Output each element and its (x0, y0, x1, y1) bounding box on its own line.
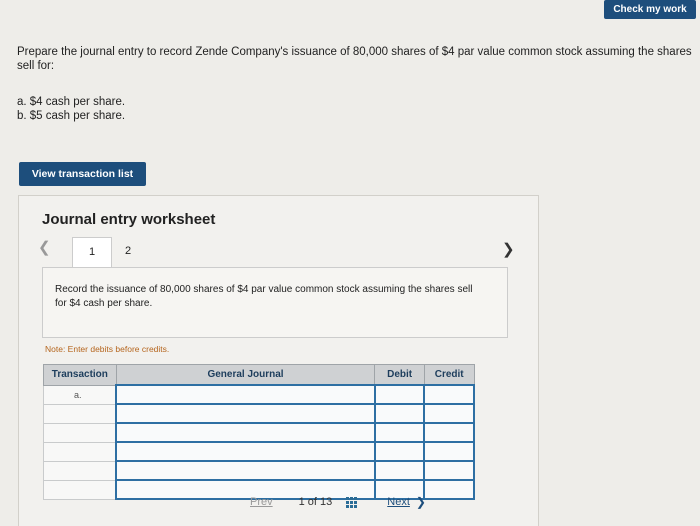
table-row: a. (43, 384, 475, 405)
check-my-work-button[interactable]: Check my work (604, 0, 696, 19)
transaction-cell (43, 460, 117, 481)
credit-input[interactable] (423, 422, 475, 443)
journal-table: Transaction General Journal Debit Credit… (43, 364, 475, 500)
col-debit: Debit (374, 364, 425, 386)
tab-2[interactable]: 2 (125, 245, 131, 257)
account-input[interactable] (115, 384, 376, 405)
col-transaction: Transaction (43, 364, 117, 386)
next-link[interactable]: Next (387, 496, 410, 508)
debit-input[interactable] (373, 384, 426, 405)
debit-input[interactable] (373, 403, 426, 424)
col-credit: Credit (423, 364, 475, 386)
view-transaction-list-button[interactable]: View transaction list (19, 162, 146, 186)
option-b: b. $5 cash per share. (17, 110, 126, 122)
instruction-text: Record the issuance of 80,000 shares of … (55, 284, 473, 309)
chevron-right-icon[interactable]: ❯ (416, 495, 426, 509)
credit-input[interactable] (423, 479, 475, 500)
table-row (43, 460, 475, 481)
transaction-cell (43, 422, 117, 443)
transaction-cell: a. (43, 384, 117, 405)
chevron-right-icon[interactable]: ❯ (502, 240, 515, 258)
account-input[interactable] (115, 403, 376, 424)
table-row (43, 403, 475, 424)
question-prompt: Prepare the journal entry to record Zend… (17, 46, 692, 72)
chevron-left-icon[interactable]: ❮ (38, 238, 51, 256)
page-count: 1 of 13 (298, 496, 333, 508)
debit-input[interactable] (373, 441, 426, 462)
account-input[interactable] (115, 422, 376, 443)
question-options: a. $4 cash per share. b. $5 cash per sha… (17, 95, 125, 123)
credit-input[interactable] (423, 460, 475, 481)
credit-input[interactable] (423, 403, 475, 424)
worksheet-title: Journal entry worksheet (42, 211, 216, 228)
tab-1[interactable]: 1 (72, 237, 112, 268)
credit-input[interactable] (423, 384, 475, 405)
account-input[interactable] (115, 460, 376, 481)
transaction-cell (43, 403, 117, 424)
note-text: Note: Enter debits before credits. (45, 344, 170, 354)
debit-input[interactable] (373, 422, 426, 443)
transaction-cell (43, 441, 117, 462)
grid-icon[interactable] (346, 496, 358, 508)
transaction-cell (43, 479, 117, 500)
table-row (43, 422, 475, 443)
option-a: a. $4 cash per share. (17, 96, 126, 108)
pager: Prev 1 of 13 Next ❯ (250, 495, 426, 509)
prev-link[interactable]: Prev (250, 496, 273, 508)
credit-input[interactable] (423, 441, 475, 462)
account-input[interactable] (115, 441, 376, 462)
col-general-journal: General Journal (115, 364, 376, 386)
table-row (43, 441, 475, 462)
debit-input[interactable] (373, 460, 426, 481)
